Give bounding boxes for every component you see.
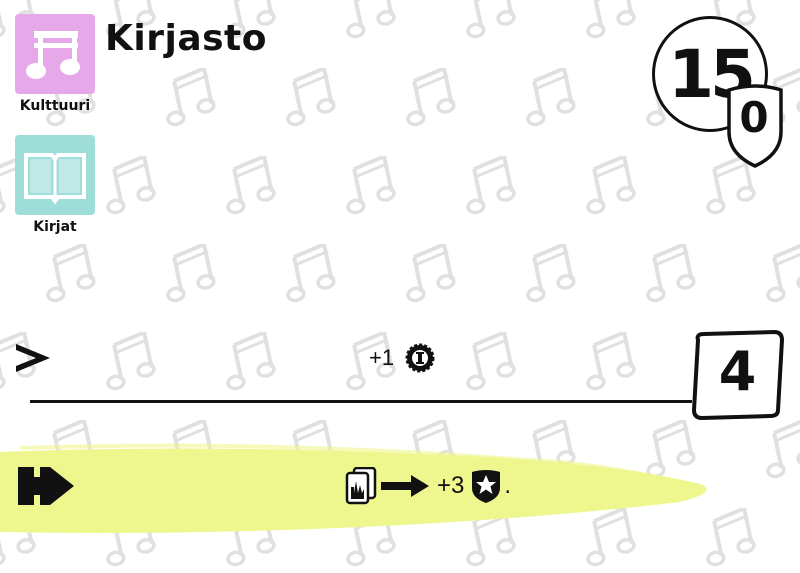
music-note-watermark-icon	[520, 65, 580, 128]
music-note-watermark-icon	[580, 329, 640, 392]
music-note-watermark-icon	[280, 241, 340, 304]
music-note-watermark-icon	[460, 329, 520, 392]
shield-value: 0	[739, 93, 769, 142]
music-note-watermark-icon	[760, 241, 800, 304]
tag-label: Kulttuuri	[19, 98, 91, 114]
music-note-watermark-icon	[580, 153, 640, 216]
music-note-watermark-icon	[580, 0, 640, 40]
victory-points-value: 4	[718, 340, 757, 403]
effect-trailing: .	[504, 472, 512, 499]
music-note-watermark-icon	[100, 329, 160, 392]
arrow-right-icon	[381, 475, 429, 497]
music-note-watermark-icon	[640, 241, 700, 304]
music-note-watermark-icon	[520, 241, 580, 304]
music-note-watermark-icon	[100, 153, 160, 216]
music-note-watermark-icon	[220, 329, 280, 392]
music-note-watermark-icon	[400, 241, 460, 304]
open-book-icon	[15, 135, 95, 215]
divider-line	[30, 400, 692, 403]
star-shield-icon	[472, 470, 501, 503]
tag-culture: Kulttuuri	[13, 14, 97, 114]
music-note-icon	[15, 14, 95, 94]
music-note-watermark-icon	[160, 65, 220, 128]
music-note-watermark-icon	[40, 241, 100, 304]
tag-label: Kirjat	[33, 219, 77, 235]
card-title: Kirjasto	[105, 18, 267, 59]
coin-icon	[405, 343, 435, 373]
tag-books: Kirjat	[13, 135, 97, 235]
effect-text: +3	[437, 472, 465, 499]
music-note-watermark-icon	[760, 417, 800, 480]
music-note-watermark-icon	[460, 0, 520, 40]
effect-row: +3 .	[345, 466, 511, 506]
chevron-right-icon	[16, 344, 50, 372]
music-note-watermark-icon	[340, 153, 400, 216]
effect-arrow-icon	[18, 467, 74, 505]
card-deck-icon	[345, 467, 377, 505]
music-note-watermark-icon	[400, 65, 460, 128]
music-note-watermark-icon	[340, 0, 400, 40]
music-note-watermark-icon	[460, 153, 520, 216]
music-note-watermark-icon	[220, 153, 280, 216]
production-text: +1	[369, 345, 395, 370]
music-note-watermark-icon	[160, 241, 220, 304]
music-note-watermark-icon	[280, 65, 340, 128]
